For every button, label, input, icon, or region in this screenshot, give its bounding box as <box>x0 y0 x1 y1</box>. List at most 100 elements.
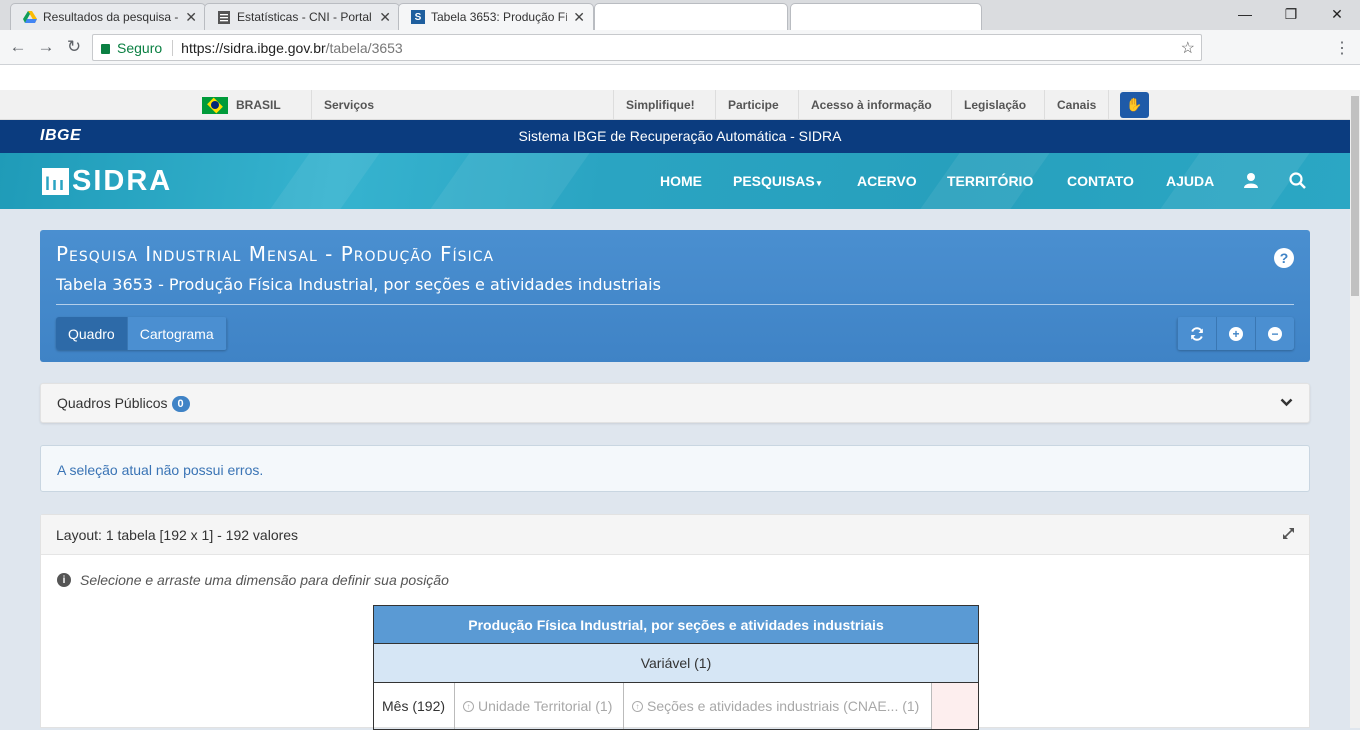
validation-message: A seleção atual não possui erros. <box>57 462 264 478</box>
tab-title: Estatísticas - CNI - Portal <box>237 10 372 24</box>
tab-cartograma[interactable]: Cartograma <box>127 317 227 350</box>
dimension-secoes[interactable]: ↑ Seções e atividades industriais (CNAE..… <box>624 683 932 729</box>
nav-ajuda[interactable]: AJUDA <box>1166 173 1214 189</box>
document-icon <box>217 10 231 24</box>
refresh-icon <box>1191 326 1203 341</box>
minimize-icon[interactable]: — <box>1222 0 1268 28</box>
gov-link-acesso[interactable]: Acesso à informação <box>798 90 944 120</box>
url-path: /tabela/3653 <box>325 39 403 56</box>
close-icon[interactable]: ✕ <box>379 9 391 26</box>
page-scrollbar[interactable] <box>1350 90 1360 728</box>
google-drive-icon <box>23 10 37 24</box>
view-toggle: Quadro Cartograma <box>56 317 227 350</box>
lock-icon <box>101 43 110 54</box>
browser-tab[interactable] <box>594 3 788 30</box>
drag-hint: i Selecione e arraste uma dimensão para … <box>57 572 449 588</box>
brasil-link[interactable]: BRASIL <box>190 90 293 120</box>
gov-link-label: Acesso à informação <box>811 98 932 112</box>
browser-menu-icon[interactable]: ⋮ <box>1334 38 1350 58</box>
quadros-publicos-label: Quadros Públicos 0 <box>57 395 190 413</box>
brasil-label: BRASIL <box>236 98 281 112</box>
count-badge: 0 <box>171 396 190 412</box>
arrow-up-circle-icon: ↑ <box>632 700 643 712</box>
secure-label: Seguro <box>117 39 163 56</box>
divider <box>172 39 174 56</box>
quadros-label-text: Quadros Públicos <box>57 395 168 411</box>
gov-link-label: Participe <box>728 98 779 112</box>
nav-pesquisas[interactable]: PESQUISAS ▾ <box>733 173 821 189</box>
url-host: https://sidra.ibge.gov.br <box>181 39 326 56</box>
zoom-in-button[interactable]: + <box>1216 317 1255 350</box>
table-title: Tabela 3653 - Produção Física Industrial… <box>56 275 661 294</box>
servicos-link[interactable]: Serviços <box>311 90 613 120</box>
gov-link-participe[interactable]: Participe <box>715 90 791 120</box>
validation-message-box: A seleção atual não possui erros. <box>40 445 1310 492</box>
gov-link-label: Canais <box>1057 98 1097 112</box>
user-icon[interactable] <box>1244 172 1258 191</box>
forward-icon[interactable]: → <box>35 36 57 58</box>
zoom-out-button[interactable]: − <box>1255 317 1294 350</box>
dimension-mes[interactable]: Mês (192) <box>374 683 455 729</box>
url-input[interactable]: Seguro https://sidra.ibge.gov.br/tabela/… <box>92 34 1202 61</box>
nav-contato[interactable]: CONTATO <box>1067 173 1134 189</box>
chevron-down-icon[interactable] <box>1280 394 1293 410</box>
quadros-publicos-panel[interactable]: Quadros Públicos 0 <box>40 383 1310 423</box>
dimension-unidade-territorial[interactable]: ↑ Unidade Territorial (1) <box>455 683 624 729</box>
scrollbar-thumb[interactable] <box>1351 96 1359 296</box>
tab-quadro[interactable]: Quadro <box>56 317 128 350</box>
refresh-button[interactable] <box>1177 317 1216 350</box>
gov-link-label: Simplifique! <box>626 98 695 112</box>
arrow-up-circle-icon: ↑ <box>463 700 474 712</box>
browser-tab[interactable]: Resultados da pesquisa - ✕ <box>10 3 206 30</box>
table-header-panel: Pesquisa Industrial Mensal - Produção Fí… <box>40 230 1310 362</box>
ibge-bar: IBGE Sistema IBGE de Recuperação Automát… <box>0 120 1360 153</box>
drop-zone[interactable] <box>932 683 978 729</box>
nav-territorio[interactable]: TERRITÓRIO <box>947 173 1033 189</box>
nav-pesquisas-label: PESQUISAS <box>733 173 815 189</box>
browser-tab-active[interactable]: S Tabela 3653: Produção Fí ✕ <box>398 3 594 30</box>
layout-grid: Produção Física Industrial, por seções e… <box>373 605 979 730</box>
reload-icon[interactable]: ↻ <box>63 36 85 58</box>
help-icon[interactable]: ? <box>1274 248 1294 268</box>
back-icon[interactable]: ← <box>7 36 29 58</box>
sidra-navbar: lıı SIDRA HOME PESQUISAS ▾ ACERVO TERRITÓ… <box>0 153 1350 209</box>
new-tab-button[interactable] <box>790 3 982 30</box>
gov-link-label: Legislação <box>964 98 1027 112</box>
table-actions: + − <box>1177 317 1294 350</box>
browser-tab-strip: Resultados da pesquisa - ✕ Estatísticas … <box>0 0 1360 30</box>
gov-link-simplifique[interactable]: Simplifique! <box>613 90 707 120</box>
accessibility-hands-icon[interactable]: ✋ <box>1120 92 1149 118</box>
caret-down-icon: ▾ <box>816 178 822 188</box>
grid-title: Produção Física Industrial, por seções e… <box>374 606 978 644</box>
brazil-flag-icon <box>202 96 228 114</box>
gov-link-legislacao[interactable]: Legislação <box>951 90 1038 120</box>
layout-summary: Layout: 1 tabela [192 x 1] - 192 valores <box>56 527 299 543</box>
nav-acervo[interactable]: ACERVO <box>857 173 917 189</box>
close-icon[interactable]: ✕ <box>185 9 197 26</box>
page-top-gap <box>0 65 1360 90</box>
plus-circle-icon: + <box>1229 326 1243 341</box>
restore-icon[interactable]: ❐ <box>1268 0 1314 28</box>
layout-header: Layout: 1 tabela [192 x 1] - 192 valores <box>41 515 1309 555</box>
drag-hint-text: Selecione e arraste uma dimensão para de… <box>80 572 449 588</box>
minus-circle-icon: − <box>1268 326 1282 341</box>
survey-title: Pesquisa Industrial Mensal - Produção Fí… <box>56 242 495 266</box>
bookmark-star-icon[interactable]: ☆ <box>1181 38 1195 58</box>
layout-panel: Layout: 1 tabela [192 x 1] - 192 valores… <box>40 514 1310 730</box>
search-icon[interactable] <box>1289 172 1306 192</box>
servicos-label: Serviços <box>324 98 375 112</box>
browser-tab[interactable]: Estatísticas - CNI - Portal ✕ <box>204 3 400 30</box>
system-title: Sistema IBGE de Recuperação Automática -… <box>518 128 842 144</box>
close-window-icon[interactable]: ✕ <box>1314 0 1360 28</box>
gov-link-canais[interactable]: Canais <box>1044 90 1110 120</box>
nav-home[interactable]: HOME <box>660 173 702 189</box>
expand-icon[interactable] <box>1282 527 1295 543</box>
variable-dimension[interactable]: Variável (1) <box>374 644 978 683</box>
close-icon[interactable]: ✕ <box>573 9 585 26</box>
sidra-icon: S <box>411 10 425 24</box>
tab-title: Tabela 3653: Produção Fí <box>431 10 568 24</box>
address-toolbar: ← → ↻ Seguro https://sidra.ibge.gov.br/t… <box>0 30 1360 65</box>
main-nav: HOME PESQUISAS ▾ ACERVO TERRITÓRIO CONTAT… <box>0 153 1350 209</box>
tab-title: Resultados da pesquisa - <box>43 10 179 24</box>
window-controls: — ❐ ✕ <box>1222 0 1360 30</box>
